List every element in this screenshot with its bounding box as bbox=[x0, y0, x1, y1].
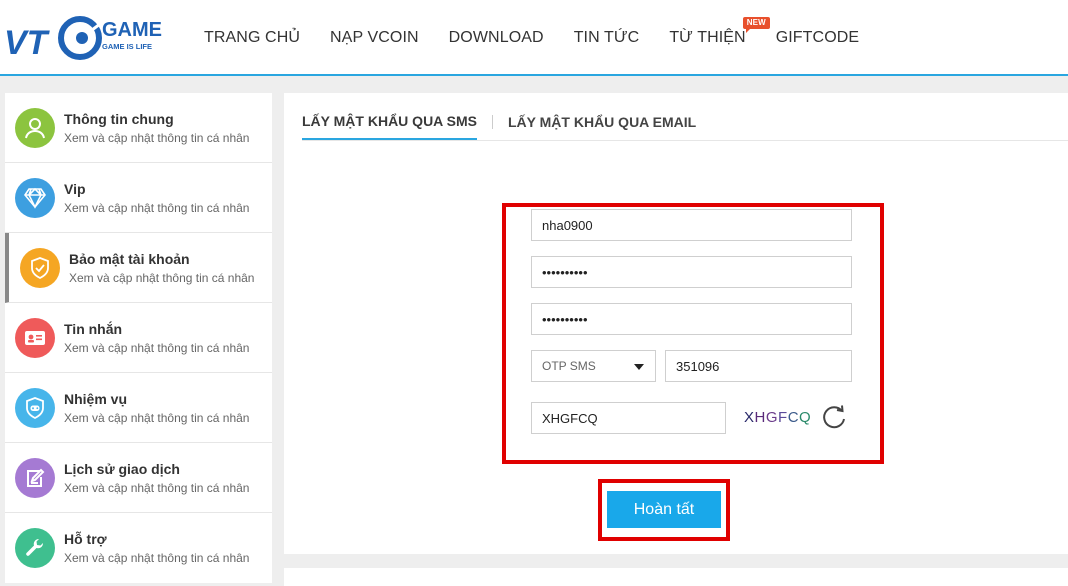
submit-highlight-box: Hoàn tất bbox=[598, 479, 730, 541]
caret-down-icon bbox=[634, 364, 644, 370]
user-icon bbox=[15, 108, 55, 148]
captcha-char: X bbox=[744, 409, 755, 426]
sidebar-item-nhiem-vu[interactable]: Nhiệm vụ Xem và cập nhật thông tin cá nh… bbox=[5, 373, 272, 443]
submit-button[interactable]: Hoàn tất bbox=[607, 491, 721, 528]
tab-divider bbox=[492, 114, 493, 129]
otp-code-input[interactable] bbox=[665, 350, 852, 382]
refresh-captcha-icon[interactable] bbox=[820, 403, 848, 431]
captcha-char: C bbox=[787, 409, 800, 426]
wrench-icon bbox=[15, 528, 55, 568]
main-nav: TRANG CHỦ NẠP VCOIN DOWNLOAD TIN TỨC TỪ … bbox=[204, 17, 889, 47]
sidebar-item-bao-mat-tai-khoan[interactable]: Bảo mật tài khoản Xem và cập nhật thông … bbox=[5, 233, 272, 303]
sidebar-item-title: Vip bbox=[64, 181, 86, 197]
main-panel: LẤY MẬT KHẨU QUA SMS LẤY MẬT KHẨU QUA EM… bbox=[284, 93, 1068, 554]
svg-text:GAME: GAME bbox=[102, 19, 162, 41]
svg-text:VT: VT bbox=[4, 24, 51, 60]
sidebar-item-lich-su-giao-dich[interactable]: Lịch sử giao dịch Xem và cập nhật thông … bbox=[5, 443, 272, 513]
sidebar-item-title: Tin nhắn bbox=[64, 321, 123, 337]
form-highlight-box: OTP SMS XHGFCQ bbox=[502, 203, 884, 464]
sidebar-item-subtitle: Xem và cập nhật thông tin cá nhân bbox=[69, 271, 255, 285]
gamepad-shield-icon bbox=[15, 388, 55, 428]
diamond-icon bbox=[15, 178, 55, 218]
nav-download[interactable]: DOWNLOAD bbox=[449, 29, 544, 47]
tab-divider-line bbox=[302, 140, 1068, 141]
captcha-input[interactable] bbox=[531, 402, 726, 434]
sidebar-item-vip[interactable]: Vip Xem và cập nhật thông tin cá nhân bbox=[5, 163, 272, 233]
captcha-char: H bbox=[754, 409, 766, 426]
message-card-icon bbox=[15, 318, 55, 358]
edit-note-icon bbox=[15, 458, 55, 498]
header: VT GAME GAME IS LIFE TRANG CHỦ NẠP VCOIN… bbox=[0, 0, 1068, 76]
otp-method-value: OTP SMS bbox=[542, 359, 596, 373]
password-input[interactable] bbox=[531, 256, 852, 288]
new-badge: NEW bbox=[742, 17, 770, 33]
sidebar-item-title: Lịch sử giao dịch bbox=[64, 461, 180, 477]
sidebar-item-ho-tro[interactable]: Hỗ trợ Xem và cập nhật thông tin cá nhân bbox=[5, 513, 272, 583]
nav-tu-thien[interactable]: TỪ THIỆN NEW bbox=[669, 17, 770, 47]
vtc-game-logo[interactable]: VT GAME GAME IS LIFE bbox=[4, 14, 170, 60]
captcha-image: XHGFCQ bbox=[744, 409, 811, 426]
secondary-panel bbox=[284, 568, 1068, 586]
nav-trang-chu[interactable]: TRANG CHỦ bbox=[204, 29, 300, 47]
sidebar-item-title: Nhiệm vụ bbox=[64, 391, 128, 407]
sidebar: Thông tin chung Xem và cập nhật thông ti… bbox=[5, 93, 272, 583]
captcha-char: Q bbox=[799, 409, 812, 426]
captcha-char: F bbox=[778, 409, 788, 426]
sidebar-item-subtitle: Xem và cập nhật thông tin cá nhân bbox=[64, 131, 250, 145]
nav-giftcode[interactable]: GIFTCODE bbox=[776, 29, 859, 47]
sidebar-item-subtitle: Xem và cập nhật thông tin cá nhân bbox=[64, 551, 250, 565]
sidebar-item-title: Hỗ trợ bbox=[64, 531, 107, 547]
nav-tin-tuc[interactable]: TIN TỨC bbox=[574, 29, 640, 47]
shield-icon bbox=[20, 248, 60, 288]
captcha-char: G bbox=[765, 409, 779, 426]
tab-bar: LẤY MẬT KHẨU QUA SMS LẤY MẬT KHẨU QUA EM… bbox=[302, 113, 696, 140]
svg-text:GAME IS LIFE: GAME IS LIFE bbox=[102, 42, 152, 51]
tab-sms[interactable]: LẤY MẬT KHẨU QUA SMS bbox=[302, 113, 477, 140]
password-confirm-input[interactable] bbox=[531, 303, 852, 335]
nav-tu-thien-label: TỪ THIỆN bbox=[669, 29, 746, 46]
sidebar-item-title: Thông tin chung bbox=[64, 111, 174, 127]
otp-method-select[interactable]: OTP SMS bbox=[531, 350, 656, 382]
sidebar-item-subtitle: Xem và cập nhật thông tin cá nhân bbox=[64, 201, 250, 215]
tab-email[interactable]: LẤY MẬT KHẨU QUA EMAIL bbox=[508, 114, 696, 139]
username-input[interactable] bbox=[531, 209, 852, 241]
nav-nap-vcoin[interactable]: NẠP VCOIN bbox=[330, 29, 419, 47]
sidebar-item-thong-tin-chung[interactable]: Thông tin chung Xem và cập nhật thông ti… bbox=[5, 93, 272, 163]
sidebar-item-subtitle: Xem và cập nhật thông tin cá nhân bbox=[64, 411, 250, 425]
sidebar-item-title: Bảo mật tài khoản bbox=[69, 251, 190, 267]
sidebar-item-subtitle: Xem và cập nhật thông tin cá nhân bbox=[64, 341, 250, 355]
sidebar-item-subtitle: Xem và cập nhật thông tin cá nhân bbox=[64, 481, 250, 495]
sidebar-item-tin-nhan[interactable]: Tin nhắn Xem và cập nhật thông tin cá nh… bbox=[5, 303, 272, 373]
